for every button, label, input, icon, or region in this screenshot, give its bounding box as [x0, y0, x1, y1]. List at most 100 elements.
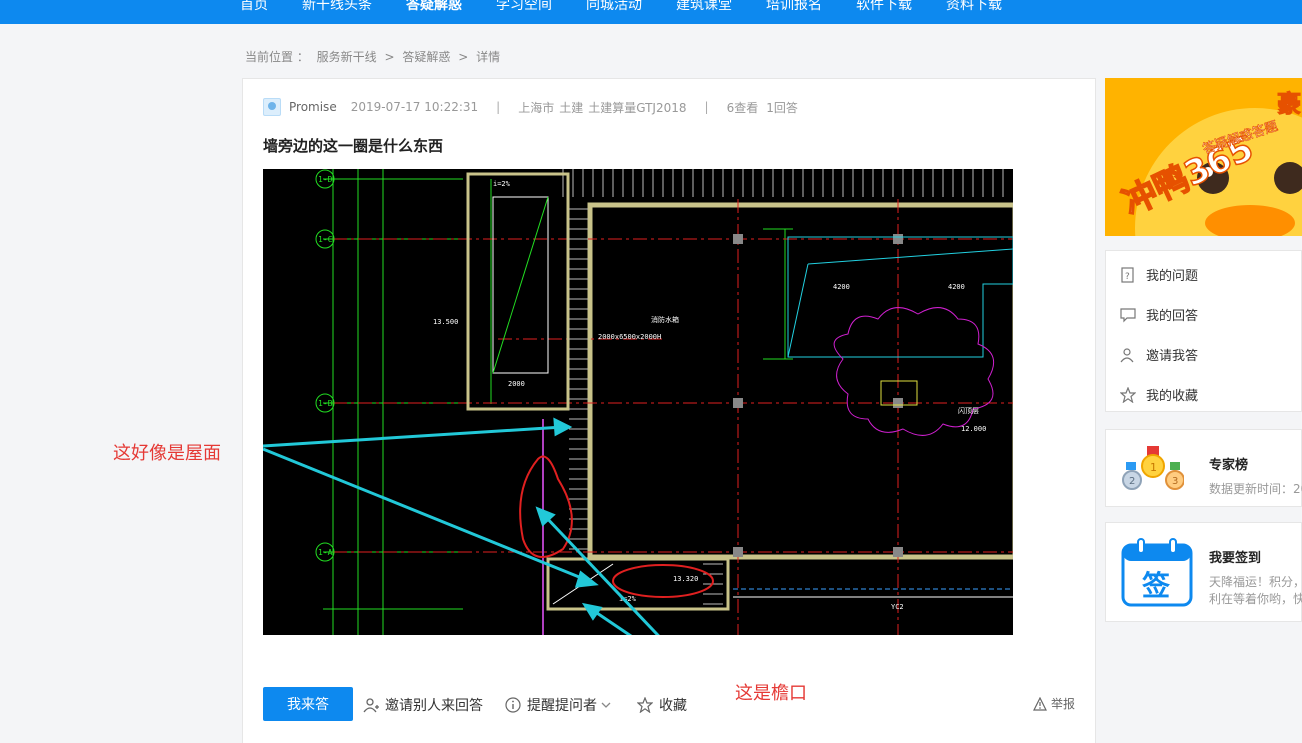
nav-item[interactable]: 首页 — [240, 0, 268, 15]
nav-item[interactable]: 资料下载 — [946, 0, 1002, 15]
menu-invited[interactable]: 邀请我答 — [1120, 345, 1198, 364]
software-tag: 土建算量GTJ2018 — [588, 100, 687, 115]
axis-label: 1-C — [318, 235, 333, 244]
view-count: 6查看 — [726, 100, 759, 115]
breadcrumb-item-service[interactable]: 服务新干线 — [317, 50, 377, 64]
menu-label: 我的收藏 — [1146, 389, 1199, 404]
star-icon — [637, 697, 653, 713]
collect-label: 收藏 — [659, 698, 687, 714]
cad-dim-label: 2000 — [508, 380, 525, 388]
annotation-arrows — [263, 417, 660, 635]
cad-elev-label: 12.000 — [961, 425, 986, 433]
cad-text: 消防水箱 2000x6500x2000H i=2% i=2% 闪顶层 12.00… — [433, 180, 986, 611]
cad-elev-label: 13.320 — [673, 575, 698, 583]
breadcrumb-item-qa[interactable]: 答疑解惑 — [402, 50, 450, 64]
menu-my-questions[interactable]: ? 我的问题 — [1120, 265, 1198, 284]
nav-item[interactable]: 新干线头条 — [302, 0, 372, 15]
axis-label: 1-A — [318, 548, 333, 557]
hatch-strip — [569, 208, 588, 550]
chevron-down-icon — [601, 702, 611, 708]
nav-item[interactable]: 同城活动 — [586, 0, 642, 15]
menu-collections[interactable]: 我的收藏 — [1120, 385, 1198, 404]
duck-illustration: 冲鸭365 答疑解惑答题 豪 — [1105, 78, 1302, 236]
checkin-box[interactable]: 签 我要签到 天降福运！积分， 利在等着你哟，快 — [1105, 522, 1302, 622]
question-meta: Promise 2019-07-17 10:22:31 | 上海市 土建 土建算… — [263, 97, 798, 117]
nav-item[interactable]: 培训报名 — [766, 0, 822, 15]
question-image[interactable]: 1-D 1-C 1-B 1-A 消防水箱 2000x6500x2000H i=2… — [263, 169, 1013, 635]
checkin-icon-text: 签 — [1142, 569, 1170, 602]
warning-icon — [1033, 696, 1047, 711]
experts-title: 专家榜 — [1209, 458, 1249, 473]
menu-label: 我的问题 — [1146, 269, 1199, 284]
menu-label: 我的回答 — [1146, 309, 1199, 324]
checkin-desc-line2: 利在等着你哟，快 — [1209, 592, 1302, 606]
info-icon — [505, 697, 521, 713]
star-icon — [1120, 386, 1136, 403]
breadcrumb-item-detail: 详情 — [476, 50, 501, 64]
question-card: Promise 2019-07-17 10:22:31 | 上海市 土建 土建算… — [113, 78, 1096, 743]
calendar-icon: 签 — [1121, 538, 1193, 607]
user-icon — [1120, 347, 1134, 362]
avatar[interactable] — [263, 98, 281, 116]
collect-button[interactable]: 收藏 — [637, 695, 687, 715]
columns — [733, 234, 903, 557]
annotation-roof: 这好像是屋面 — [113, 443, 221, 464]
svg-text:?: ? — [1125, 272, 1130, 282]
question-title: 墙旁边的这一圈是什么东西 — [263, 137, 444, 155]
banner-corner: 豪 — [1277, 90, 1301, 118]
nav-items: 首页 新干线头条 答疑解惑 学习空间 同城活动 建筑课堂 培训报名 软件下载 资料下载 — [240, 0, 1036, 15]
invite-label: 邀请别人来回答 — [385, 698, 483, 714]
svg-text:3: 3 — [1172, 476, 1178, 487]
nav-item[interactable]: 软件下载 — [856, 0, 912, 15]
nav-item[interactable]: 学习空间 — [496, 0, 552, 15]
cad-dim-label: 4200 — [948, 283, 965, 291]
username[interactable]: Promise — [289, 100, 337, 114]
axis-grid — [333, 199, 1013, 635]
cad-yc-label: YC2 — [891, 603, 904, 611]
annotation-eave: 这是檐口 — [735, 683, 807, 704]
invite-user-icon — [363, 698, 379, 713]
answer-count: 1回答 — [766, 100, 798, 115]
axis-label: 1-D — [318, 175, 333, 184]
user-menu: ? 我的问题 我的回答 邀请我答 我的收藏 — [1105, 250, 1302, 412]
cad-pitch-label: i=2% — [493, 180, 511, 188]
axis-bubbles — [315, 169, 335, 562]
remind-dropdown[interactable]: 提醒提问者 — [505, 695, 611, 715]
meta-separator: | — [704, 100, 709, 114]
promo-banner[interactable]: 冲鸭365 答疑解惑答题 豪 — [1105, 78, 1302, 236]
cad-size-label: 2000x6500x2000H — [598, 333, 661, 341]
experts-box[interactable]: 1 2 3 专家榜 数据更新时间：20 — [1105, 429, 1302, 507]
question-doc-icon: ? — [1121, 266, 1134, 283]
main-wall — [587, 202, 1013, 560]
invite-button[interactable]: 邀请别人来回答 — [363, 695, 483, 715]
checkin-desc-line1: 天降福运！积分， — [1209, 575, 1302, 589]
post-time: 2019-07-17 10:22:31 — [350, 100, 479, 114]
menu-label: 邀请我答 — [1146, 349, 1199, 364]
menu-my-answers[interactable]: 我的回答 — [1120, 305, 1198, 324]
cad-room-label: 消防水箱 — [651, 315, 679, 324]
cad-roof-label: 闪顶层 — [958, 406, 979, 415]
comment-icon — [1120, 307, 1136, 322]
experts-updated: 数据更新时间：20 — [1209, 482, 1302, 496]
cloud-mark — [833, 307, 995, 436]
report-button[interactable]: 举报 — [1033, 695, 1075, 712]
location-tag: 上海市 — [518, 100, 555, 115]
top-nav: 首页 新干线头条 答疑解惑 学习空间 同城活动 建筑课堂 培训报名 软件下载 资料下载 — [0, 0, 1302, 24]
medals-icon: 1 2 3 — [1122, 446, 1184, 490]
svg-text:1: 1 — [1150, 461, 1157, 474]
breadcrumb: 当前位置 ： 服务新干线 > 答疑解惑 > 详情 — [245, 48, 504, 65]
cad-dim-label: 4200 — [833, 283, 850, 291]
roof-outline — [787, 236, 1013, 358]
breadcrumb-separator: > — [384, 50, 395, 64]
answer-button[interactable]: 我来答 — [263, 687, 353, 721]
nav-item[interactable]: 建筑课堂 — [676, 0, 732, 15]
meta-separator: | — [496, 100, 501, 114]
breadcrumb-separator: > — [458, 50, 469, 64]
red-circle-mark — [519, 455, 573, 558]
cad-elev-label: 13.500 — [433, 318, 458, 326]
checkin-title: 我要签到 — [1209, 551, 1262, 566]
breadcrumb-prefix: 当前位置 ： — [245, 50, 309, 64]
axis-label: 1-B — [318, 399, 333, 408]
svg-text:2: 2 — [1129, 476, 1135, 487]
nav-item[interactable]: 答疑解惑 — [406, 0, 462, 15]
